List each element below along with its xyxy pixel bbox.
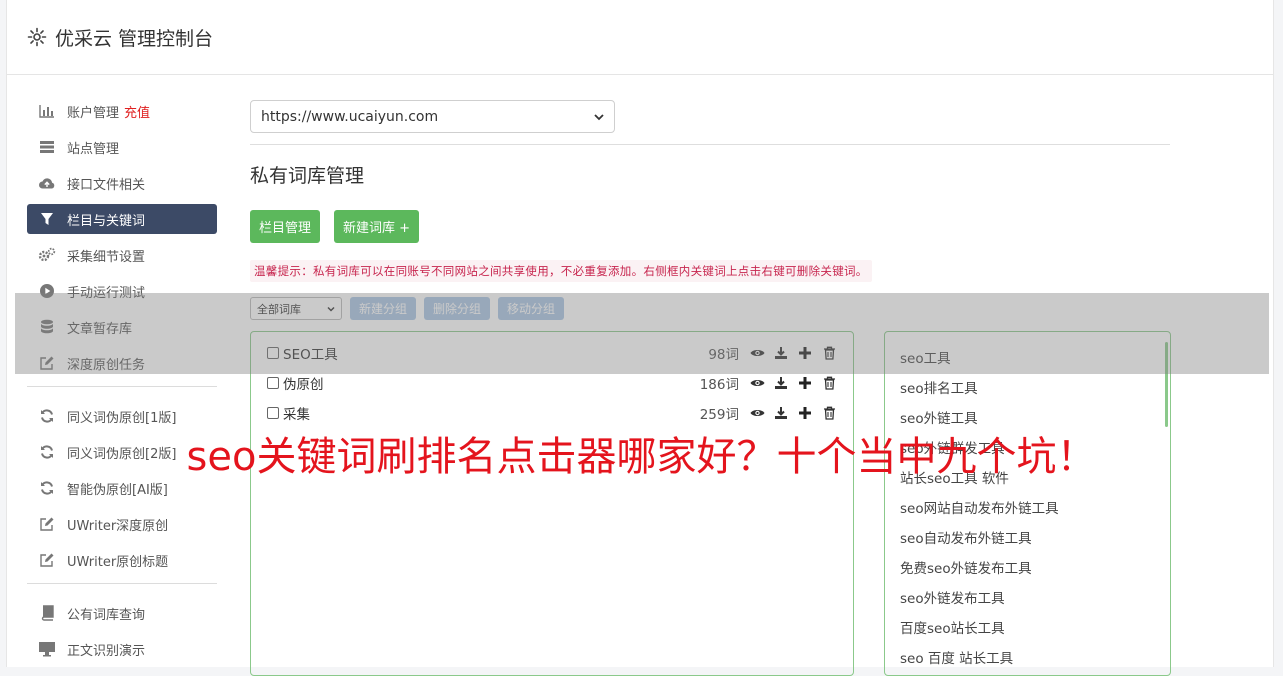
action-buttons: 栏目管理 新建词库 + <box>250 210 1172 243</box>
sidebar-divider <box>27 583 217 584</box>
library-list-panel: SEO工具 98词 伪原创 186词 采集 259词 <box>250 331 854 676</box>
keyword-item[interactable]: seo外链工具 <box>885 402 1170 432</box>
plus-icon[interactable] <box>797 375 813 391</box>
refresh-icon <box>38 408 56 424</box>
sidebar-item-label: 站点管理 <box>67 141 120 157</box>
gray-overlay-band <box>15 293 1269 374</box>
sidebar-item-collect-settings[interactable]: 采集细节设置 <box>27 240 217 270</box>
gears-icon <box>38 247 56 263</box>
library-count: 259词 <box>699 407 739 423</box>
library-checkbox[interactable] <box>267 407 279 419</box>
site-select[interactable]: https://www.ucaiyun.com <box>250 100 615 133</box>
sidebar-item-account[interactable]: 账户管理 充值 <box>27 96 217 126</box>
server-icon <box>38 139 56 155</box>
column-manage-button[interactable]: 栏目管理 <box>250 210 321 243</box>
keyword-list-panel[interactable]: seo工具 seo排名工具 seo外链工具 seo外链群发工具 站长seo工具 … <box>884 331 1171 676</box>
gear-icon[interactable] <box>27 27 47 47</box>
library-name: 采集 <box>283 407 310 423</box>
cloud-upload-icon <box>38 175 56 191</box>
sidebar-nav: 账户管理 充值 站点管理 接口文件相关 栏目与关键词 采集细节设置 手动运行测试… <box>27 96 217 670</box>
main-content: https://www.ucaiyun.com 私有词库管理 栏目管理 新建词库… <box>250 100 1172 676</box>
sidebar-item-synonym-v1[interactable]: 同义词伪原创[1版] <box>27 401 217 431</box>
trash-icon[interactable] <box>821 375 837 391</box>
sidebar-item-label: 采集细节设置 <box>67 249 146 265</box>
sidebar-item-label: 账户管理 <box>67 105 120 121</box>
sidebar-item-label: 接口文件相关 <box>67 177 146 193</box>
trash-icon[interactable] <box>821 405 837 421</box>
top-bar: 优采云 管理控制台 <box>7 0 1273 75</box>
sidebar-item-text-recognition[interactable]: 正文识别演示 <box>27 634 217 664</box>
sidebar-item-label: 同义词伪原创[1版] <box>67 410 177 426</box>
sidebar-item-public-lib[interactable]: 公有词库查询 <box>27 598 217 628</box>
download-icon[interactable] <box>773 405 789 421</box>
overlay-caption: seo关键词刷排名点击器哪家好？十个当中九个坑！ <box>186 434 1097 480</box>
refresh-icon <box>38 480 56 496</box>
bar-chart-icon <box>38 103 56 119</box>
site-select-value: https://www.ucaiyun.com <box>261 108 439 125</box>
library-count: 186词 <box>699 377 739 393</box>
library-name: 伪原创 <box>283 377 324 393</box>
edit-icon <box>38 552 56 568</box>
app-title: 优采云 管理控制台 <box>55 27 214 50</box>
sidebar-item-columns-keywords[interactable]: 栏目与关键词 <box>27 204 217 234</box>
eye-icon[interactable] <box>749 405 765 421</box>
eye-icon[interactable] <box>749 375 765 391</box>
page-title: 私有词库管理 <box>250 165 365 187</box>
divider <box>250 144 1170 145</box>
book-icon <box>38 605 56 621</box>
keyword-item[interactable]: seo排名工具 <box>885 372 1170 402</box>
sidebar-item-label: 栏目与关键词 <box>67 213 146 229</box>
keyword-item[interactable]: seo 百度 站长工具 <box>885 642 1170 672</box>
library-checkbox[interactable] <box>267 377 279 389</box>
sidebar-item-uwriter-deep[interactable]: UWriter深度原创 <box>27 509 217 539</box>
sidebar-item-label: 正文识别演示 <box>67 643 146 659</box>
sidebar-item-label: UWriter深度原创 <box>67 518 169 534</box>
monitor-icon <box>38 641 56 657</box>
keyword-item[interactable]: seo外链发布工具 <box>885 582 1170 612</box>
filter-icon <box>38 211 56 227</box>
sidebar-item-label: UWriter原创标题 <box>67 554 169 570</box>
keyword-item[interactable]: 百度seo站长工具 <box>885 612 1170 642</box>
new-library-button[interactable]: 新建词库 + <box>334 210 420 243</box>
edit-icon <box>38 516 56 532</box>
download-icon[interactable] <box>773 375 789 391</box>
sidebar-item-uwriter-title[interactable]: UWriter原创标题 <box>27 545 217 575</box>
keyword-item[interactable]: 免费seo外链发布工具 <box>885 552 1170 582</box>
sidebar-item-label: 公有词库查询 <box>67 607 146 623</box>
list-item[interactable]: 采集 259词 <box>251 398 853 428</box>
hint-text: 温馨提示：私有词库可以在同账号不同网站之间共享使用，不必重复添加。右侧框内关键词… <box>250 260 872 282</box>
chevron-down-icon <box>594 109 604 125</box>
keyword-item[interactable]: seo网站自动发布外链工具 <box>885 492 1170 522</box>
recharge-link[interactable]: 充值 <box>124 102 150 121</box>
plus-icon[interactable] <box>797 405 813 421</box>
keyword-item[interactable]: seo自动发布外链工具 <box>885 522 1170 552</box>
sidebar-item-api-files[interactable]: 接口文件相关 <box>27 168 217 198</box>
sidebar-item-sites[interactable]: 站点管理 <box>27 132 217 162</box>
sidebar-divider <box>27 386 217 387</box>
